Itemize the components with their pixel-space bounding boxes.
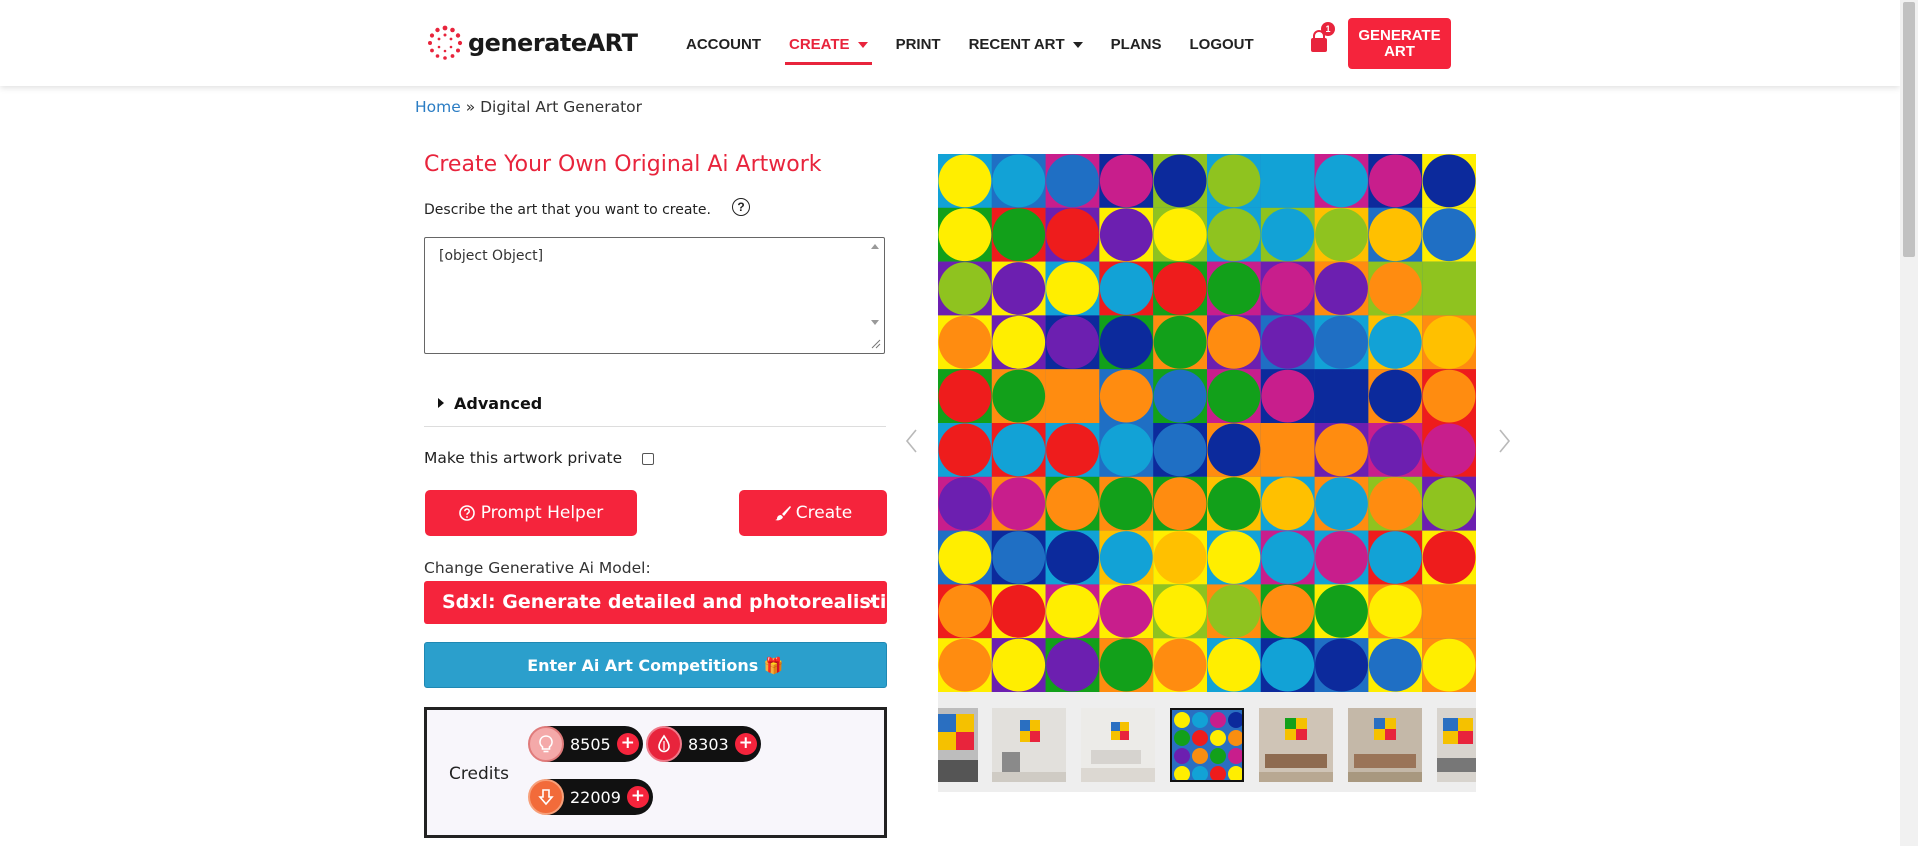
page-title: Create Your Own Original Ai Artwork xyxy=(424,152,822,177)
thumbnail[interactable] xyxy=(1081,708,1155,782)
nav-account-label: ACCOUNT xyxy=(686,36,761,53)
credits-label: Credits xyxy=(449,764,509,784)
model-select[interactable]: Sdxl: Generate detailed and photorealist… xyxy=(424,581,887,624)
competitions-label: Enter Ai Art Competitions 🎁 xyxy=(527,655,784,675)
credit-download: 22009 + xyxy=(528,779,653,815)
download-icon xyxy=(528,779,564,815)
thumbnail-strip xyxy=(938,692,1476,792)
question-circle-icon xyxy=(458,505,475,521)
thumbnail[interactable] xyxy=(938,708,978,782)
model-selected-value: Sdxl: Generate detailed and photorealist… xyxy=(442,591,887,613)
generate-art-line2: ART xyxy=(1384,42,1415,60)
breadcrumb: Home » Digital Art Generator xyxy=(415,98,642,116)
main-nav: ACCOUNT CREATE PRINT RECENT ART PLANS LO… xyxy=(672,30,1268,65)
paintbrush-icon xyxy=(774,506,791,521)
logo-text: generateART xyxy=(468,29,638,57)
prompt-helper-button[interactable]: Prompt Helper xyxy=(425,490,637,536)
lightbulb-icon xyxy=(528,726,564,762)
nav-plans-label: PLANS xyxy=(1110,36,1162,53)
thumbnail[interactable] xyxy=(1437,708,1476,782)
chevron-down-icon xyxy=(865,581,877,624)
thumbnail[interactable] xyxy=(1348,708,1422,782)
nav-recent-art[interactable]: RECENT ART xyxy=(955,30,1097,60)
describe-label: Describe the art that you want to create… xyxy=(424,202,711,218)
nav-create[interactable]: CREATE xyxy=(775,30,882,65)
thumbnail-selected[interactable] xyxy=(1170,708,1244,782)
private-label: Make this artwork private xyxy=(424,449,623,467)
drop-icon xyxy=(646,726,682,762)
breadcrumb-current: Digital Art Generator xyxy=(480,98,643,116)
private-checkbox[interactable] xyxy=(642,453,654,465)
advanced-toggle[interactable]: Advanced xyxy=(424,390,886,427)
nav-recent-art-label: RECENT ART xyxy=(968,36,1065,53)
artwork-pattern xyxy=(938,154,1476,692)
chevron-down-icon xyxy=(857,42,868,49)
create-label: Create xyxy=(795,503,853,523)
nav-logout[interactable]: LOGOUT xyxy=(1176,30,1268,60)
breadcrumb-separator: » xyxy=(460,98,481,116)
prompt-helper-label: Prompt Helper xyxy=(480,503,604,523)
nav-account[interactable]: ACCOUNT xyxy=(672,30,775,60)
credit-value: 22009 xyxy=(570,787,621,807)
generated-artwork-image[interactable] xyxy=(938,154,1476,692)
nav-create-label: CREATE xyxy=(789,36,850,53)
help-icon[interactable]: ? xyxy=(732,198,750,216)
textarea-scrollbar[interactable] xyxy=(868,240,882,351)
model-label: Change Generative Ai Model: xyxy=(424,559,651,577)
thumbnail[interactable] xyxy=(992,708,1066,782)
generate-art-line1: GENERATE xyxy=(1358,26,1441,44)
credit-value: 8303 xyxy=(688,734,729,754)
add-credit-button[interactable]: + xyxy=(734,733,757,755)
credits-panel: Credits 8505 + 8303 + 22009 + xyxy=(424,707,887,838)
generate-art-button[interactable]: GENERATE ART xyxy=(1348,18,1451,69)
nav-logout-label: LOGOUT xyxy=(1189,36,1254,53)
site-logo[interactable]: generateART xyxy=(426,24,638,62)
nav-plans[interactable]: PLANS xyxy=(1097,30,1176,60)
site-header: generateART ACCOUNT CREATE PRINT RECENT … xyxy=(0,0,1900,86)
logo-dots-icon xyxy=(428,25,463,60)
thumbnail[interactable] xyxy=(1259,708,1333,782)
nav-print[interactable]: PRINT xyxy=(882,30,955,60)
prompt-text: [object Object] xyxy=(439,248,544,264)
create-button[interactable]: Create xyxy=(739,490,887,536)
add-credit-button[interactable]: + xyxy=(616,733,639,755)
chevron-down-icon xyxy=(1072,42,1083,49)
prompt-textarea[interactable]: [object Object] xyxy=(424,237,885,354)
credit-value: 8505 xyxy=(570,734,611,754)
caret-right-icon xyxy=(438,398,444,408)
previous-image-arrow[interactable] xyxy=(904,428,920,454)
nav-print-label: PRINT xyxy=(895,36,941,53)
next-image-arrow[interactable] xyxy=(1496,428,1512,454)
breadcrumb-home-link[interactable]: Home xyxy=(415,98,461,116)
advanced-label: Advanced xyxy=(454,394,543,413)
add-credit-button[interactable]: + xyxy=(626,786,649,808)
credit-drop: 8303 + xyxy=(646,726,761,762)
competitions-button[interactable]: Enter Ai Art Competitions 🎁 xyxy=(424,642,887,688)
credit-lightbulb: 8505 + xyxy=(528,726,643,762)
cart-count-badge: 1 xyxy=(1321,22,1335,36)
page-scrollbar-thumb[interactable] xyxy=(1903,2,1915,257)
